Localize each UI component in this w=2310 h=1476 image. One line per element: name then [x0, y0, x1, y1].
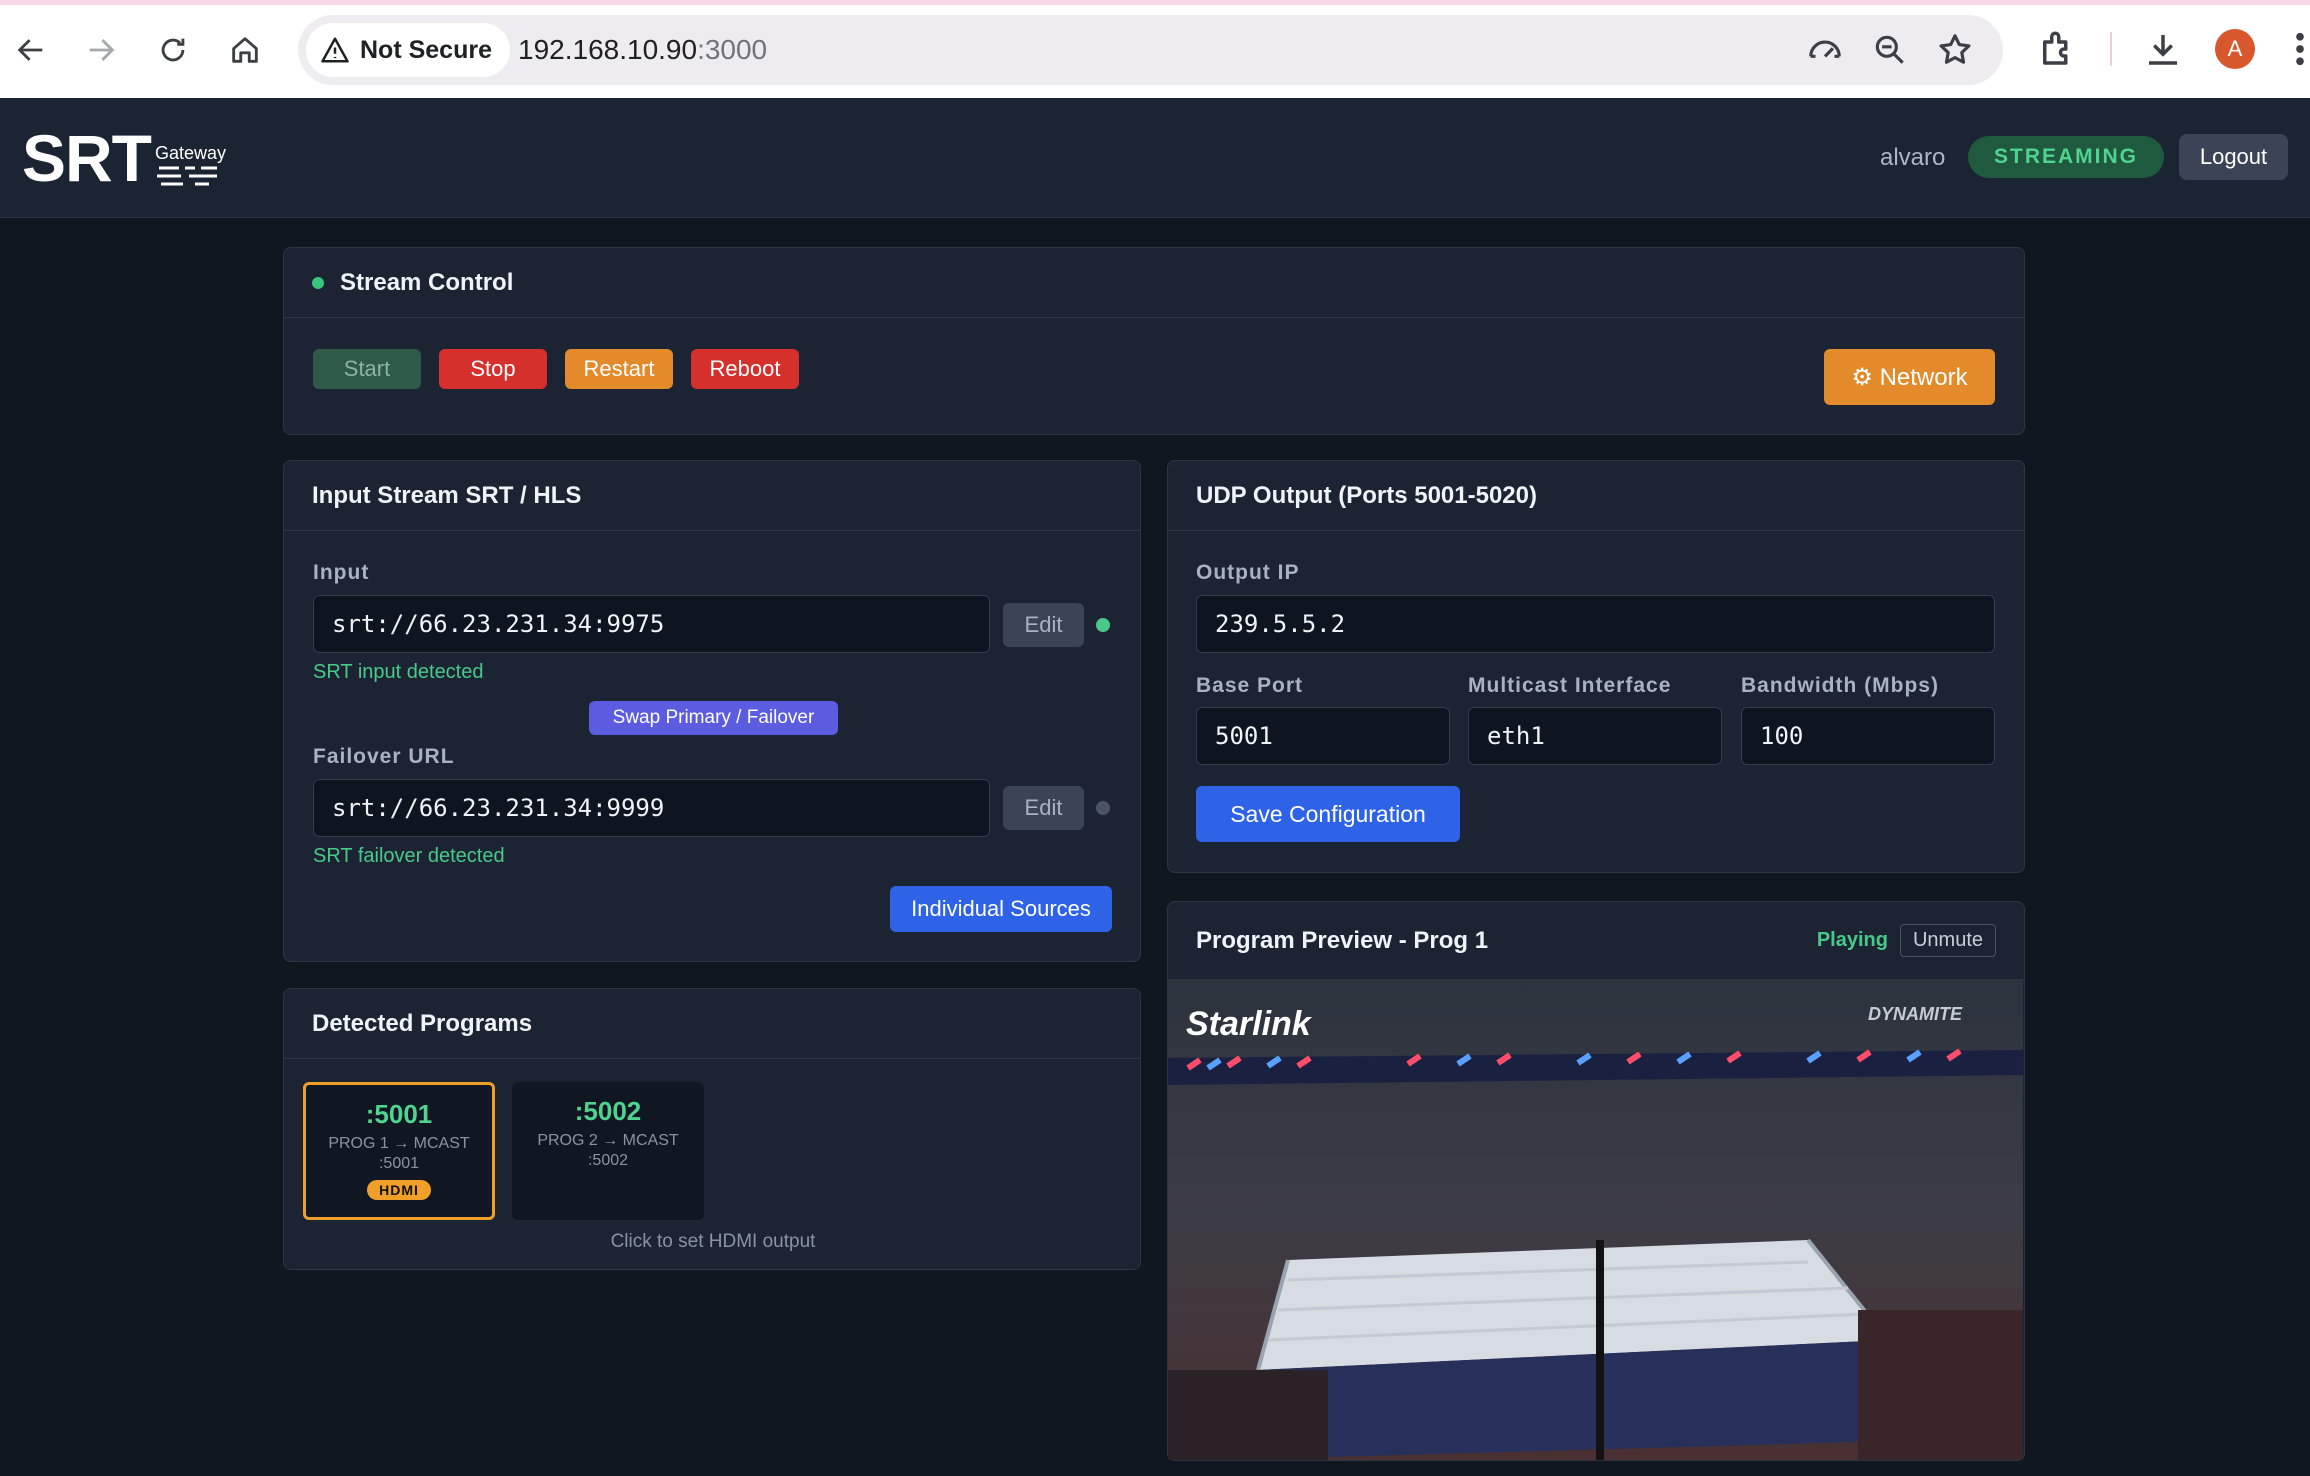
- reboot-button[interactable]: Reboot: [691, 349, 799, 389]
- stream-control-card: Stream Control Start Stop Restart Reboot…: [283, 247, 2025, 435]
- performance-icon[interactable]: [1806, 31, 1844, 69]
- save-configuration-button[interactable]: Save Configuration: [1196, 786, 1460, 842]
- stream-control-header: Stream Control: [284, 248, 2024, 318]
- reload-icon[interactable]: [150, 27, 196, 73]
- logo-gateway-text: Gateway: [155, 143, 227, 163]
- input-url-field[interactable]: srt://66.23.231.34:9975: [313, 595, 990, 653]
- base-port-label: Base Port: [1196, 674, 1304, 697]
- playback-state: Playing: [1816, 929, 1888, 951]
- base-port-field[interactable]: 5001: [1196, 707, 1450, 765]
- url-port: :3000: [697, 34, 768, 65]
- network-button[interactable]: ⚙ Network: [1824, 349, 1995, 405]
- home-icon[interactable]: [222, 27, 268, 73]
- input-stream-title: Input Stream SRT / HLS: [312, 481, 582, 509]
- program-tile[interactable]: :5001 PROG 1 → MCAST :5001 HDMI: [303, 1082, 495, 1220]
- unmute-button[interactable]: Unmute: [1899, 924, 1996, 957]
- input-edit-button[interactable]: Edit: [1003, 603, 1084, 647]
- program-tile[interactable]: :5002 PROG 2 → MCAST :5002: [512, 1082, 704, 1220]
- udp-output-header: UDP Output (Ports 5001-5020): [1168, 461, 2024, 531]
- show-overlay: DYNAMITE: [1868, 1004, 1963, 1024]
- username: alvaro: [1880, 144, 1946, 171]
- app-header: SRT Gateway alvaro STREAMING Logout: [0, 98, 2310, 218]
- stream-control-title: Stream Control: [340, 268, 514, 296]
- logo-lines-icon: [157, 166, 217, 186]
- hdmi-badge: HDMI: [367, 1180, 431, 1200]
- security-chip[interactable]: Not Secure: [306, 23, 510, 77]
- detected-programs-card: Detected Programs :5001 PROG 1 → MCAST :…: [283, 988, 1141, 1270]
- address-bar[interactable]: Not Secure 192.168.10.90:3000: [298, 15, 2003, 85]
- udp-output-title: UDP Output (Ports 5001-5020): [1196, 481, 1537, 509]
- menu-icon[interactable]: [2290, 28, 2310, 70]
- program-port: :5001: [365, 1099, 433, 1129]
- output-ip-field[interactable]: 239.5.5.2: [1196, 595, 1995, 653]
- program-desc-line2: :5002: [587, 1152, 629, 1169]
- programs-hint: Click to set HDMI output: [610, 1231, 816, 1252]
- program-port: :5002: [574, 1096, 642, 1126]
- detected-programs-header: Detected Programs: [284, 989, 1140, 1059]
- video-frame: Starlink DYNAMITE: [1168, 980, 2023, 1460]
- forward-icon[interactable]: [78, 27, 124, 73]
- back-icon[interactable]: [8, 27, 54, 73]
- input-status-text: SRT input detected: [313, 661, 484, 683]
- failover-label: Failover URL: [313, 745, 455, 768]
- program-desc-line2: :5001: [378, 1155, 420, 1172]
- logo-subtitle: Gateway: [155, 142, 226, 188]
- stream-status-dot: [312, 276, 324, 289]
- bandwidth-label: Bandwidth (Mbps): [1741, 674, 1939, 697]
- individual-sources-button[interactable]: Individual Sources: [890, 886, 1112, 932]
- logo-text: SRT: [22, 121, 152, 195]
- input-label: Input: [313, 561, 370, 584]
- zoom-icon[interactable]: [1871, 31, 1909, 69]
- start-button[interactable]: Start: [313, 349, 421, 389]
- bandwidth-field[interactable]: 100: [1741, 707, 1995, 765]
- swap-primary-failover-button[interactable]: Swap Primary / Failover: [589, 701, 838, 735]
- input-stream-card: Input Stream SRT / HLS Input srt://66.23…: [283, 460, 1141, 962]
- security-label: Not Secure: [360, 35, 492, 64]
- failover-edit-button[interactable]: Edit: [1003, 786, 1084, 830]
- preview-controls: Playing Unmute: [1817, 924, 1996, 957]
- multicast-interface-field[interactable]: eth1: [1468, 707, 1722, 765]
- detected-programs-title: Detected Programs: [312, 1009, 533, 1037]
- failover-status-text: SRT failover detected: [313, 845, 505, 867]
- output-ip-label: Output IP: [1196, 561, 1300, 584]
- input-status-led: [1096, 618, 1110, 632]
- failover-status-led: [1096, 801, 1110, 815]
- srt-gateway-logo: SRT Gateway: [22, 121, 226, 195]
- browser-toolbar: Not Secure 192.168.10.90:3000 A: [0, 0, 2310, 98]
- streaming-status-badge: STREAMING: [1968, 136, 2164, 178]
- warning-icon: [321, 37, 349, 63]
- url-text[interactable]: 192.168.10.90:3000: [518, 34, 767, 66]
- sponsor-overlay: Starlink: [1186, 1005, 1313, 1043]
- program-desc-line1: PROG 1 → MCAST: [328, 1135, 470, 1152]
- tab-strip: [0, 0, 2310, 5]
- program-preview-header: Program Preview - Prog 1 Playing Unmute: [1168, 902, 2024, 980]
- multicast-interface-label: Multicast Interface: [1468, 674, 1672, 697]
- extensions-icon[interactable]: [2036, 28, 2078, 70]
- program-desc-line1: PROG 2 → MCAST: [537, 1132, 679, 1149]
- stop-button[interactable]: Stop: [439, 349, 547, 389]
- program-preview-title: Program Preview - Prog 1: [1196, 926, 1489, 954]
- url-host: 192.168.10.90: [518, 34, 698, 65]
- restart-button[interactable]: Restart: [565, 349, 673, 389]
- bookmark-star-icon[interactable]: [1936, 31, 1974, 69]
- video-preview[interactable]: Starlink DYNAMITE: [1168, 980, 2023, 1460]
- logout-button[interactable]: Logout: [2179, 134, 2288, 180]
- profile-avatar[interactable]: A: [2215, 29, 2255, 69]
- input-stream-header: Input Stream SRT / HLS: [284, 461, 1140, 531]
- toolbar-divider: [2110, 32, 2112, 66]
- download-icon[interactable]: [2142, 28, 2184, 70]
- udp-output-card: UDP Output (Ports 5001-5020) Output IP 2…: [1167, 460, 2025, 873]
- failover-url-field[interactable]: srt://66.23.231.34:9999: [313, 779, 990, 837]
